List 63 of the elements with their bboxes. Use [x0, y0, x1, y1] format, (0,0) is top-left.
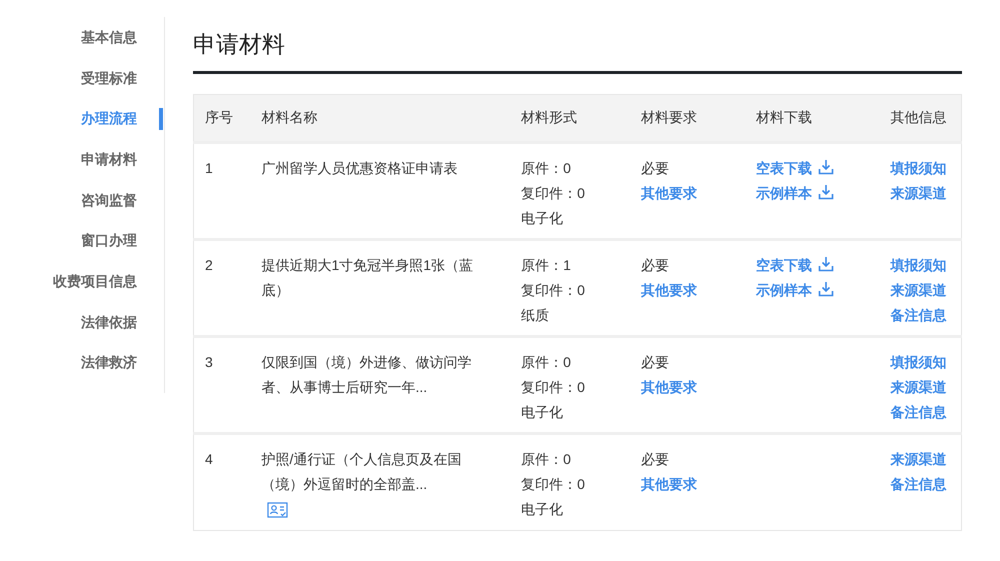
download-icon[interactable] — [818, 184, 834, 200]
sidebar-item[interactable]: 法律依据 — [0, 312, 164, 352]
form-text: 纸质 — [521, 306, 550, 325]
form-text: 电子化 — [521, 500, 564, 519]
requirement-text: 必要 — [640, 352, 670, 372]
form-text: 复印件：0 — [521, 184, 586, 203]
column-header: 材料要求 — [640, 109, 697, 126]
form-text: 电子化 — [521, 208, 564, 228]
sidebar-item[interactable]: 基本信息 — [0, 27, 164, 68]
info-link[interactable]: 来源渠道 — [890, 278, 947, 303]
info-link[interactable]: 填报须知 — [890, 156, 947, 181]
info-link[interactable]: 备注信息 — [890, 400, 947, 425]
other-requirements-link[interactable]: 其他要求 — [640, 472, 697, 497]
requirement-text: 必要 — [640, 450, 670, 469]
id-card-icon[interactable] — [267, 502, 290, 518]
requirement-text: 必要 — [640, 158, 670, 178]
form-text: 复印件：0 — [521, 280, 586, 300]
other-requirements-link[interactable]: 其他要求 — [640, 278, 697, 303]
requirement-text: 必要 — [640, 256, 670, 275]
sidebar-item[interactable]: 法律救济 — [0, 352, 164, 394]
material-name: 广州留学人员优惠资格证申请表 — [261, 158, 458, 178]
sidebar-item[interactable]: 受理标准 — [0, 68, 164, 108]
column-header: 材料下载 — [756, 109, 812, 126]
download-link[interactable]: 示例样本 — [756, 278, 812, 303]
form-text: 原件：0 — [521, 450, 572, 469]
info-link[interactable]: 来源渠道 — [890, 446, 947, 472]
form-text: 原件：0 — [521, 158, 572, 178]
form-text: 原件：0 — [521, 352, 572, 372]
row-number: 4 — [205, 450, 213, 467]
info-link[interactable]: 来源渠道 — [890, 180, 947, 206]
sidebar-item[interactable]: 申请材料 — [0, 149, 164, 190]
info-link[interactable]: 来源渠道 — [890, 374, 947, 400]
form-text: 复印件：0 — [521, 378, 586, 397]
material-name: 仅限到国（境）外进修、做访问学者、从事博士后研究一年... — [261, 352, 472, 397]
page-title: 申请材料 — [193, 17, 962, 74]
sidebar-item[interactable]: 办理流程 — [0, 108, 164, 150]
form-text: 原件：1 — [521, 256, 572, 275]
column-header: 序号 — [205, 109, 233, 126]
other-requirements-link[interactable]: 其他要求 — [640, 374, 697, 400]
other-requirements-link[interactable]: 其他要求 — [640, 180, 697, 206]
column-header: 材料名称 — [261, 109, 318, 126]
download-icon[interactable] — [818, 256, 834, 272]
row-number: 2 — [205, 256, 213, 273]
info-link[interactable]: 填报须知 — [890, 350, 947, 375]
sidebar-item[interactable]: 咨询监督 — [0, 190, 164, 230]
column-header: 其他信息 — [890, 109, 947, 126]
info-link[interactable]: 备注信息 — [890, 472, 947, 497]
sidebar-item[interactable]: 窗口办理 — [0, 230, 164, 272]
sidebar-item[interactable]: 收费项目信息 — [0, 271, 164, 312]
form-text: 电子化 — [521, 402, 564, 422]
download-link[interactable]: 示例样本 — [756, 180, 812, 206]
column-header: 材料形式 — [521, 109, 578, 126]
download-icon[interactable] — [818, 158, 834, 175]
info-link[interactable]: 备注信息 — [890, 302, 947, 328]
download-link[interactable]: 空表下载 — [756, 156, 812, 181]
info-link[interactable]: 填报须知 — [890, 252, 947, 278]
row-number: 3 — [205, 354, 213, 370]
download-icon[interactable] — [818, 280, 834, 297]
row-number: 1 — [205, 160, 213, 176]
material-name: 护照/通行证（个人信息页及在国（境）外逗留时的全部盖... — [261, 450, 462, 494]
download-link[interactable]: 空表下载 — [756, 252, 812, 278]
form-text: 复印件：0 — [521, 474, 586, 494]
material-name: 提供近期大1寸免冠半身照1张（蓝底） — [261, 256, 474, 300]
